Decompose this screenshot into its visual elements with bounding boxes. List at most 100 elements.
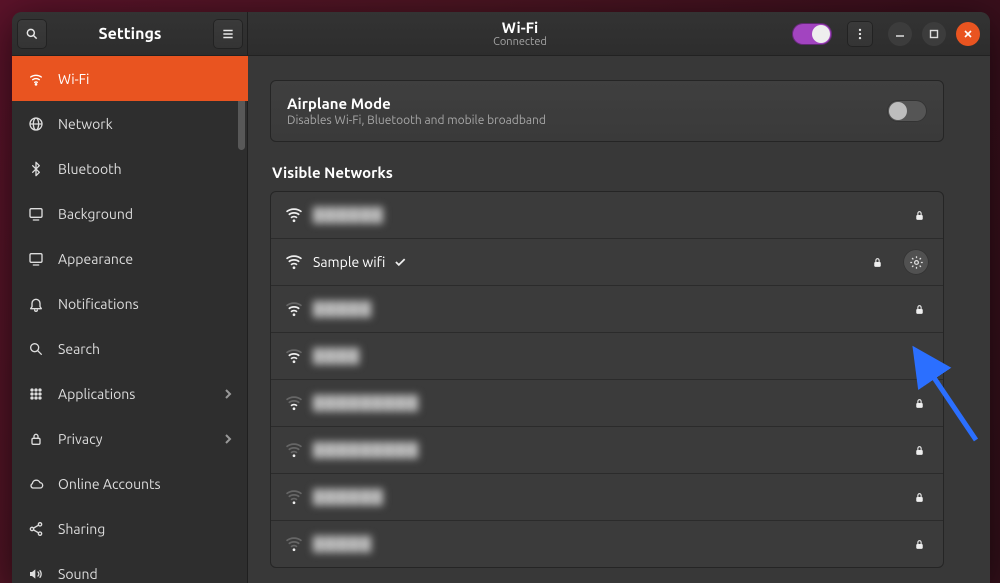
wifi-icon bbox=[28, 71, 44, 87]
display-icon bbox=[28, 206, 44, 222]
search-icon bbox=[28, 341, 44, 357]
sidebar-item-network[interactable]: Network bbox=[12, 101, 248, 146]
chevron-right-icon bbox=[224, 388, 232, 400]
close-button[interactable] bbox=[956, 22, 980, 46]
share-icon bbox=[28, 521, 44, 537]
globe-icon bbox=[28, 116, 44, 132]
grid-icon bbox=[28, 386, 44, 402]
search-button[interactable] bbox=[17, 19, 47, 49]
sidebar-item-label: Notifications bbox=[58, 296, 232, 312]
network-row[interactable]: █████████ bbox=[271, 426, 943, 473]
network-row[interactable]: ████ bbox=[271, 332, 943, 379]
gear-icon bbox=[909, 255, 924, 270]
lock-icon bbox=[913, 538, 929, 551]
sidebar-item-label: Search bbox=[58, 341, 232, 357]
sidebar-item-label: Network bbox=[58, 116, 232, 132]
cloud-icon bbox=[28, 476, 44, 492]
network-row[interactable]: Sample wifi bbox=[271, 238, 943, 285]
wifi-signal-icon bbox=[285, 537, 303, 552]
lock-icon bbox=[871, 256, 887, 269]
wifi-signal-icon bbox=[285, 490, 303, 505]
kebab-icon bbox=[853, 27, 867, 41]
hamburger-icon bbox=[221, 27, 235, 41]
sidebar: Wi-Fi Network Bluetooth Background Appearanc… bbox=[12, 56, 248, 583]
network-name: █████ bbox=[313, 536, 372, 553]
sidebar-item-bluetooth[interactable]: Bluetooth bbox=[12, 146, 248, 191]
airplane-mode-title: Airplane Mode bbox=[287, 95, 875, 112]
sidebar-item-background[interactable]: Background bbox=[12, 191, 248, 236]
wifi-signal-icon bbox=[285, 443, 303, 458]
maximize-icon bbox=[929, 29, 939, 39]
lock-icon bbox=[913, 303, 929, 316]
network-name: Sample wifi bbox=[313, 254, 385, 270]
airplane-mode-desc: Disables Wi-Fi, Bluetooth and mobile bro… bbox=[287, 114, 875, 127]
app-title: Settings bbox=[52, 25, 208, 43]
minimize-button[interactable] bbox=[888, 22, 912, 46]
bluetooth-icon bbox=[28, 161, 44, 177]
network-row[interactable]: █████ bbox=[271, 520, 943, 567]
network-name: █████████ bbox=[313, 395, 419, 412]
chevron-right-icon bbox=[224, 433, 232, 445]
network-row[interactable]: ██████ bbox=[271, 192, 943, 238]
maximize-button[interactable] bbox=[922, 22, 946, 46]
kebab-menu-button[interactable] bbox=[847, 21, 873, 47]
minimize-icon bbox=[895, 29, 905, 39]
network-row[interactable]: ██████ bbox=[271, 473, 943, 520]
network-name: ██████ bbox=[313, 489, 384, 506]
sidebar-item-label: Privacy bbox=[58, 431, 210, 447]
sidebar-item-label: Applications bbox=[58, 386, 210, 402]
search-icon bbox=[25, 27, 39, 41]
page-title-block: Wi-Fi Connected bbox=[248, 20, 792, 49]
airplane-mode-toggle[interactable] bbox=[887, 100, 927, 122]
network-name: █████ bbox=[313, 301, 372, 318]
visible-networks-heading: Visible Networks bbox=[272, 164, 942, 181]
network-name: ██████ bbox=[313, 207, 384, 224]
lock-icon bbox=[913, 350, 929, 363]
title-bar: Settings Wi-Fi Connected bbox=[12, 12, 990, 56]
network-list: ██████Sample wifi███████████████████████… bbox=[270, 191, 944, 568]
sidebar-item-label: Sharing bbox=[58, 521, 232, 537]
airplane-mode-card: Airplane Mode Disables Wi-Fi, Bluetooth … bbox=[270, 80, 944, 142]
sidebar-item-sharing[interactable]: Sharing bbox=[12, 506, 248, 551]
content-panel: Airplane Mode Disables Wi-Fi, Bluetooth … bbox=[248, 56, 990, 583]
sidebar-item-sound[interactable]: Sound bbox=[12, 551, 248, 583]
wifi-signal-icon bbox=[285, 302, 303, 317]
network-row[interactable]: █████ bbox=[271, 285, 943, 332]
hamburger-menu-button[interactable] bbox=[213, 19, 243, 49]
sidebar-item-label: Sound bbox=[58, 566, 232, 582]
sidebar-item-label: Online Accounts bbox=[58, 476, 232, 492]
sidebar-item-label: Wi-Fi bbox=[58, 71, 232, 87]
network-settings-button[interactable] bbox=[903, 249, 929, 275]
sidebar-item-appearance[interactable]: Appearance bbox=[12, 236, 248, 281]
lock-icon bbox=[913, 444, 929, 457]
sidebar-item-label: Bluetooth bbox=[58, 161, 232, 177]
wifi-signal-icon bbox=[285, 255, 303, 270]
lock-icon bbox=[28, 431, 44, 447]
lock-icon bbox=[913, 209, 929, 222]
page-status: Connected bbox=[493, 36, 547, 48]
sidebar-item-search[interactable]: Search bbox=[12, 326, 248, 371]
lock-icon bbox=[913, 491, 929, 504]
check-icon bbox=[393, 255, 407, 269]
lock-icon bbox=[913, 397, 929, 410]
sidebar-item-online-accounts[interactable]: Online Accounts bbox=[12, 461, 248, 506]
page-title: Wi-Fi bbox=[502, 20, 538, 37]
wifi-signal-icon bbox=[285, 349, 303, 364]
sidebar-item-label: Background bbox=[58, 206, 232, 222]
network-name: █████████ bbox=[313, 442, 419, 459]
speaker-icon bbox=[28, 566, 44, 582]
sidebar-item-notifications[interactable]: Notifications bbox=[12, 281, 248, 326]
network-row[interactable]: █████████ bbox=[271, 379, 943, 426]
wifi-master-toggle[interactable] bbox=[792, 23, 832, 45]
wifi-signal-icon bbox=[285, 208, 303, 223]
settings-window: Settings Wi-Fi Connected bbox=[12, 12, 990, 583]
sidebar-item-wi-fi[interactable]: Wi-Fi bbox=[12, 56, 248, 101]
sidebar-item-applications[interactable]: Applications bbox=[12, 371, 248, 416]
close-icon bbox=[963, 29, 973, 39]
display-icon bbox=[28, 251, 44, 267]
wifi-signal-icon bbox=[285, 396, 303, 411]
bell-icon bbox=[28, 296, 44, 312]
sidebar-item-privacy[interactable]: Privacy bbox=[12, 416, 248, 461]
network-name: ████ bbox=[313, 348, 360, 365]
sidebar-item-label: Appearance bbox=[58, 251, 232, 267]
